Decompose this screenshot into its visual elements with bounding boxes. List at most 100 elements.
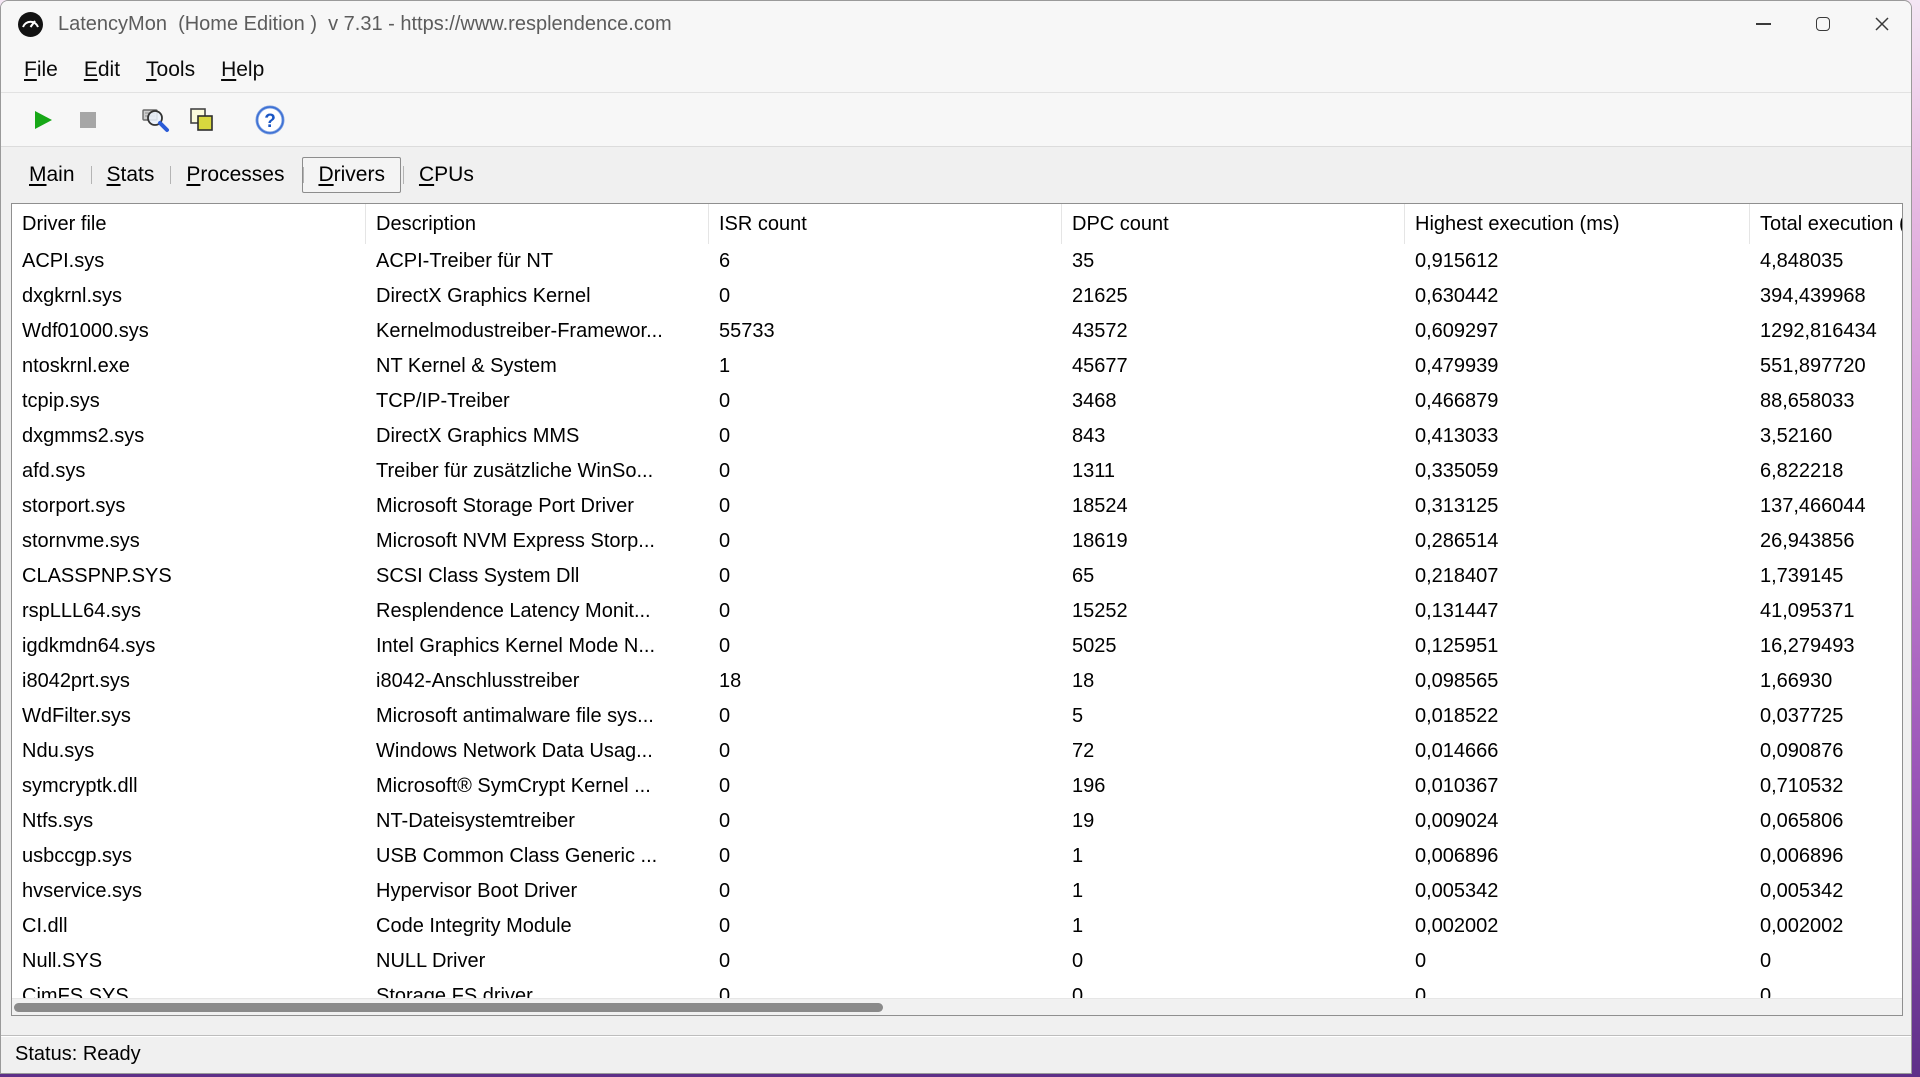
table-row[interactable]: igdkmdn64.sysIntel Graphics Kernel Mode …	[12, 629, 1903, 664]
menu-edit[interactable]: Edit	[71, 58, 133, 82]
stop-monitor-button[interactable]	[65, 97, 111, 143]
column-header-total-execution[interactable]: Total execution (ms)	[1750, 204, 1903, 244]
cell-total-execution: 16,279493	[1750, 629, 1903, 664]
cell-description: Resplendence Latency Monit...	[366, 594, 709, 629]
status-bar: Status: Ready	[1, 1035, 1911, 1073]
titlebar[interactable]: LatencyMon (Home Edition ) v 7.31 - http…	[1, 1, 1911, 47]
cell-isr-count: 0	[709, 839, 1062, 874]
magnifier-chip-icon	[140, 104, 172, 136]
cell-highest-execution: 0,002002	[1405, 909, 1750, 944]
cell-dpc-count: 18619	[1062, 524, 1405, 559]
tab-stats[interactable]: Stats	[91, 157, 171, 193]
column-header-highest-execution[interactable]: Highest execution (ms)	[1405, 204, 1750, 244]
cell-dpc-count: 0	[1062, 944, 1405, 979]
table-header: Driver file Description ISR count DPC co…	[12, 204, 1902, 244]
menu-tools[interactable]: Tools	[133, 58, 208, 82]
table-row[interactable]: hvservice.sysHypervisor Boot Driver010,0…	[12, 874, 1903, 909]
minimize-button[interactable]	[1734, 1, 1793, 47]
table-row[interactable]: Null.SYSNULL Driver0000	[12, 944, 1903, 979]
cell-isr-count: 0	[709, 629, 1062, 664]
cell-total-execution: 1292,816434	[1750, 314, 1903, 349]
cell-dpc-count: 3468	[1062, 384, 1405, 419]
table-row[interactable]: usbccgp.sysUSB Common Class Generic ...0…	[12, 839, 1903, 874]
table-row[interactable]: CLASSPNP.SYSSCSI Class System Dll0650,21…	[12, 559, 1903, 594]
cell-description: NT Kernel & System	[366, 349, 709, 384]
maximize-button[interactable]	[1793, 1, 1852, 47]
cell-description: Microsoft® SymCrypt Kernel ...	[366, 769, 709, 804]
table-row[interactable]: ntoskrnl.exeNT Kernel & System1456770,47…	[12, 349, 1903, 384]
tab-drivers[interactable]: Drivers	[302, 157, 401, 193]
cell-isr-count: 0	[709, 979, 1062, 998]
report-windows-button[interactable]	[179, 97, 225, 143]
help-button[interactable]: ?	[247, 97, 293, 143]
column-header-dpc-count[interactable]: DPC count	[1062, 204, 1405, 244]
cell-total-execution: 3,52160	[1750, 419, 1903, 454]
cell-driver-file: Wdf01000.sys	[12, 314, 366, 349]
table-row[interactable]: CimFS.SYSStorage FS driver0000	[12, 979, 1903, 998]
cell-dpc-count: 1311	[1062, 454, 1405, 489]
cell-isr-count: 0	[709, 524, 1062, 559]
table-row[interactable]: symcryptk.dllMicrosoft® SymCrypt Kernel …	[12, 769, 1903, 804]
cell-description: Intel Graphics Kernel Mode N...	[366, 629, 709, 664]
cell-description: Microsoft antimalware file sys...	[366, 699, 709, 734]
cell-total-execution: 0,005342	[1750, 874, 1903, 909]
table-row[interactable]: dxgmms2.sysDirectX Graphics MMS08430,413…	[12, 419, 1903, 454]
cell-driver-file: stornvme.sys	[12, 524, 366, 559]
cell-description: Code Integrity Module	[366, 909, 709, 944]
column-header-driver-file[interactable]: Driver file	[12, 204, 366, 244]
cell-total-execution: 0,710532	[1750, 769, 1903, 804]
table-row[interactable]: Ntfs.sysNT-Dateisystemtreiber0190,009024…	[12, 804, 1903, 839]
table-row[interactable]: i8042prt.sysi8042-Anschlusstreiber18180,…	[12, 664, 1903, 699]
menu-help[interactable]: Help	[208, 58, 277, 82]
table-row[interactable]: stornvme.sysMicrosoft NVM Express Storp.…	[12, 524, 1903, 559]
cell-description: NT-Dateisystemtreiber	[366, 804, 709, 839]
app-icon[interactable]	[17, 11, 44, 38]
cell-highest-execution: 0	[1405, 944, 1750, 979]
cell-dpc-count: 15252	[1062, 594, 1405, 629]
cell-total-execution: 88,658033	[1750, 384, 1903, 419]
table-row[interactable]: WdFilter.sysMicrosoft antimalware file s…	[12, 699, 1903, 734]
cell-isr-count: 0	[709, 559, 1062, 594]
horizontal-scrollbar-thumb[interactable]	[14, 1003, 883, 1012]
close-button[interactable]	[1852, 1, 1911, 47]
cell-description: NULL Driver	[366, 944, 709, 979]
column-header-description[interactable]: Description	[366, 204, 709, 244]
table-row[interactable]: Ndu.sysWindows Network Data Usag...0720,…	[12, 734, 1903, 769]
cell-total-execution: 0,006896	[1750, 839, 1903, 874]
table-row[interactable]: dxgkrnl.sysDirectX Graphics Kernel021625…	[12, 279, 1903, 314]
tab-main[interactable]: Main	[13, 157, 91, 193]
stacked-windows-icon	[187, 105, 217, 135]
window-controls	[1734, 1, 1911, 47]
column-header-isr-count[interactable]: ISR count	[709, 204, 1062, 244]
table-row[interactable]: CI.dllCode Integrity Module010,0020020,0…	[12, 909, 1903, 944]
table-row[interactable]: tcpip.sysTCP/IP-Treiber034680,46687988,6…	[12, 384, 1903, 419]
cell-dpc-count: 43572	[1062, 314, 1405, 349]
cell-highest-execution: 0	[1405, 979, 1750, 998]
cell-isr-count: 0	[709, 699, 1062, 734]
cell-driver-file: CI.dll	[12, 909, 366, 944]
start-monitor-button[interactable]	[19, 97, 65, 143]
cell-isr-count: 0	[709, 734, 1062, 769]
cell-total-execution: 26,943856	[1750, 524, 1903, 559]
table-row[interactable]: afd.sysTreiber für zusätzliche WinSo...0…	[12, 454, 1903, 489]
table-row[interactable]: storport.sysMicrosoft Storage Port Drive…	[12, 489, 1903, 524]
cell-description: Treiber für zusätzliche WinSo...	[366, 454, 709, 489]
driver-table-body: ACPI.sysACPI-Treiber für NT6350,9156124,…	[12, 244, 1903, 998]
horizontal-scrollbar[interactable]	[12, 998, 1902, 1015]
cell-dpc-count: 5025	[1062, 629, 1405, 664]
minimize-icon	[1756, 23, 1771, 25]
cell-description: i8042-Anschlusstreiber	[366, 664, 709, 699]
analyze-button[interactable]	[133, 97, 179, 143]
tab-processes[interactable]: Processes	[170, 157, 300, 193]
cell-isr-count: 18	[709, 664, 1062, 699]
table-row[interactable]: rspLLL64.sysResplendence Latency Monit..…	[12, 594, 1903, 629]
cell-description: DirectX Graphics Kernel	[366, 279, 709, 314]
cell-isr-count: 0	[709, 944, 1062, 979]
table-row[interactable]: Wdf01000.sysKernelmodustreiber-Framewor.…	[12, 314, 1903, 349]
cell-driver-file: storport.sys	[12, 489, 366, 524]
cell-highest-execution: 0,006896	[1405, 839, 1750, 874]
table-row[interactable]: ACPI.sysACPI-Treiber für NT6350,9156124,…	[12, 244, 1903, 279]
svg-text:?: ?	[264, 111, 276, 132]
tab-cpus[interactable]: CPUs	[403, 157, 490, 193]
menu-file[interactable]: File	[11, 58, 71, 82]
